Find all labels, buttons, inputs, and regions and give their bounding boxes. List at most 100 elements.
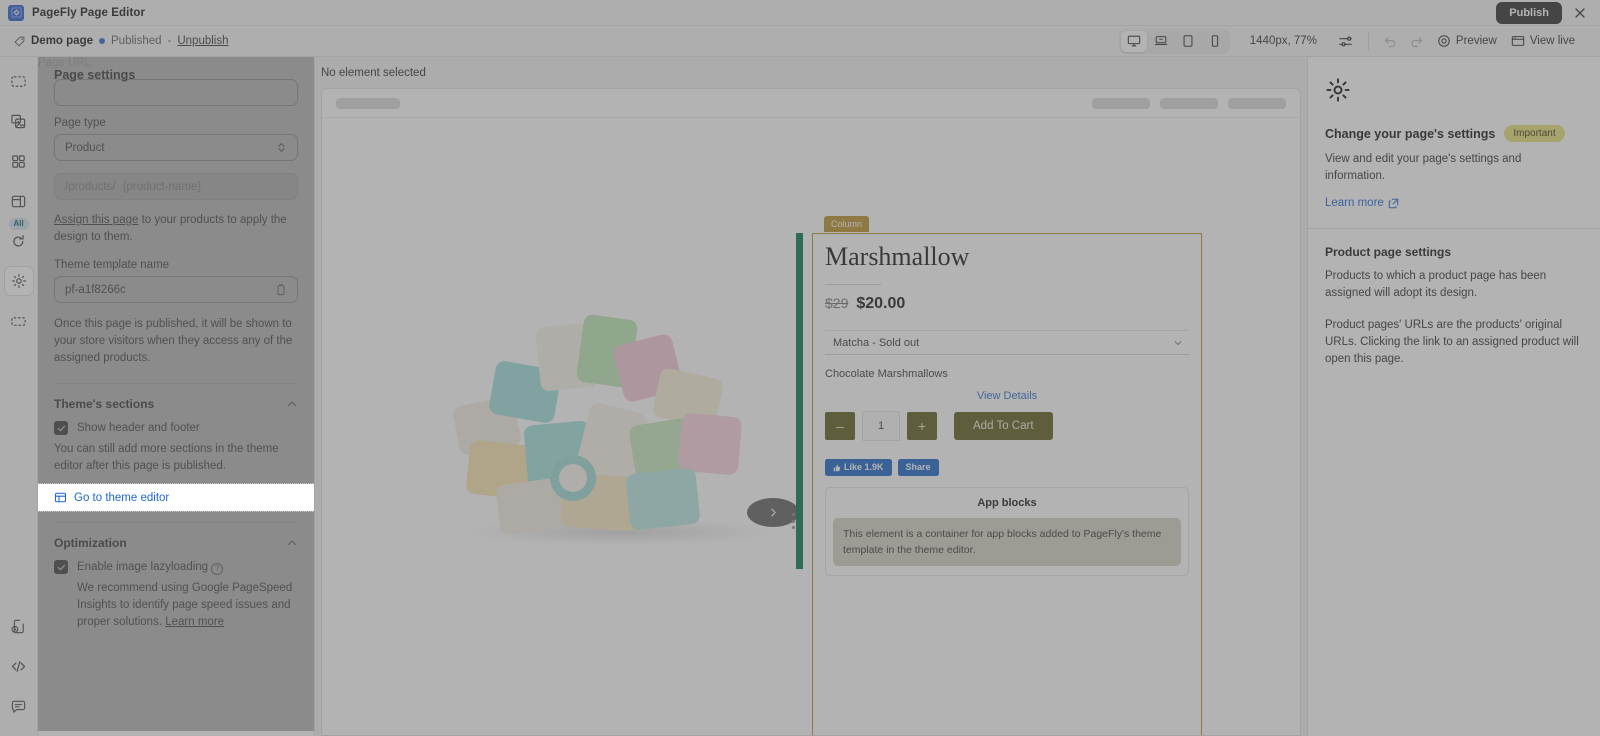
info-title-row: Change your page's settings Important <box>1325 125 1583 142</box>
unpublish-link[interactable]: Unpublish <box>177 35 228 47</box>
page-type-label: Page type <box>54 117 106 129</box>
assign-this-page-link[interactable]: Assign this page <box>54 214 138 226</box>
external-link-icon <box>1388 198 1399 209</box>
layout-icon <box>10 193 27 210</box>
learn-more-label: Learn more <box>1325 197 1384 209</box>
sidebar-item-layers[interactable] <box>5 307 33 335</box>
quantity-decrease-button[interactable]: – <box>825 412 855 440</box>
all-badge: All <box>8 218 29 230</box>
gear-icon <box>1325 77 1583 103</box>
column-drag-handle[interactable] <box>792 513 795 529</box>
mobile-icon[interactable] <box>1202 31 1228 52</box>
copy-icon[interactable] <box>275 284 287 296</box>
learn-more-link[interactable]: Learn more <box>1325 197 1399 209</box>
product-price-old: $29 <box>825 295 849 311</box>
preview-button[interactable]: Preview <box>1430 31 1504 51</box>
zoom-level-label[interactable]: 1440px, 77% <box>1250 35 1317 47</box>
show-header-footer-label: Show header and footer <box>77 422 200 434</box>
themes-sections-title: Theme's sections <box>54 397 155 411</box>
desktop-icon[interactable] <box>1120 30 1147 52</box>
tablet-icon[interactable] <box>1175 31 1201 52</box>
optimization-header[interactable]: Optimization <box>54 523 298 559</box>
sidebar-item-custom-code[interactable] <box>5 652 33 680</box>
page-settings-panel: Page settings Page type Product Page URL… <box>38 57 315 736</box>
settings-body: Page type Product Page URL /products/ {p… <box>38 57 314 731</box>
view-details-link[interactable]: View Details <box>825 390 1189 402</box>
sidebar-item-sections[interactable] <box>5 67 33 95</box>
sidebar-item-page-settings[interactable] <box>4 267 33 295</box>
sidebar-item-layout[interactable] <box>5 187 33 215</box>
lazyloading-row[interactable]: Enable image lazyloading? <box>54 559 298 575</box>
column-highlight-bar <box>796 233 803 569</box>
clock-page-icon <box>10 618 27 635</box>
product-settings-title: Product page settings <box>1325 245 1452 259</box>
sidebar-item-version-history[interactable] <box>5 612 33 640</box>
theme-template-input[interactable]: pf-a1f8266c <box>54 276 298 303</box>
info-title: Change your page's settings <box>1325 126 1496 141</box>
assign-note: Assign this page to your products to app… <box>54 212 298 246</box>
product-settings-para-1: Products to which a product page has bee… <box>1325 270 1547 299</box>
sub-bar: Demo page Published - Unpublish 1440px, … <box>0 26 1600 57</box>
page-type-select[interactable]: Product <box>54 134 298 161</box>
page-name-input[interactable] <box>54 79 298 106</box>
sidebar-item-elements[interactable] <box>5 147 33 175</box>
go-to-theme-editor-button[interactable]: Go to theme editor <box>38 483 314 512</box>
browser-icon <box>1511 34 1525 48</box>
help-icon[interactable]: ? <box>211 563 224 575</box>
top-bar: PageFly Page Editor Publish <box>0 0 1600 26</box>
eye-icon <box>1437 34 1451 48</box>
divider <box>1308 228 1600 229</box>
sidebar-item-support-chat[interactable] <box>5 692 33 720</box>
product-image <box>442 303 792 563</box>
page-type-value: Product <box>65 141 105 154</box>
facebook-like-button[interactable]: Like 1.9K <box>825 459 892 476</box>
theme-template-label: Theme template name <box>54 259 170 271</box>
add-to-cart-button[interactable]: Add To Cart <box>954 412 1053 440</box>
go-to-theme-editor-label: Go to theme editor <box>74 491 170 504</box>
publish-button[interactable]: Publish <box>1496 1 1562 24</box>
publish-note: Once this page is published, it will be … <box>54 316 298 384</box>
sidebar-item-library[interactable] <box>5 107 33 135</box>
page-type-field: Page type Product <box>54 117 298 161</box>
page-url-field: Page URL /products/ {product-name} <box>38 57 314 731</box>
show-header-footer-checkbox[interactable] <box>54 421 68 435</box>
refresh-plus-icon <box>10 233 27 250</box>
left-icon-rail: All <box>0 57 38 736</box>
chevron-up-icon[interactable] <box>286 537 298 549</box>
lazyloading-checkbox[interactable] <box>54 560 68 574</box>
sidebar-item-global-styles[interactable]: All <box>5 218 33 255</box>
gear-icon <box>11 273 27 289</box>
product-variant-select[interactable]: Matcha - Sold out <box>825 330 1189 355</box>
status-text: Published <box>111 35 162 47</box>
lazyloading-text: Enable image lazyloading <box>77 561 209 573</box>
site-header <box>322 89 1300 118</box>
view-live-button[interactable]: View live <box>1504 31 1582 51</box>
separator-dash: - <box>167 35 172 47</box>
chevron-up-icon[interactable] <box>286 398 298 410</box>
status-dot <box>99 38 105 44</box>
close-icon[interactable] <box>1568 3 1592 23</box>
redo-icon[interactable] <box>1404 30 1430 52</box>
page-url-prefix: /products/ <box>65 180 116 193</box>
facebook-share-button[interactable]: Share <box>897 459 939 476</box>
app-blocks-container[interactable]: App blocks This element is a container f… <box>825 487 1189 576</box>
laptop-icon[interactable] <box>1148 31 1174 52</box>
chevron-up-down-icon <box>276 141 287 154</box>
skeleton-nav-item <box>1092 97 1150 109</box>
themes-sections-header[interactable]: Theme's sections <box>54 384 298 420</box>
quantity-value[interactable]: 1 <box>862 411 900 441</box>
optimization-title: Optimization <box>54 536 127 550</box>
pagefly-diamond-icon <box>8 4 24 21</box>
quantity-increase-button[interactable]: + <box>907 412 937 440</box>
undo-icon[interactable] <box>1378 30 1404 52</box>
optimization-learn-more[interactable]: Learn more <box>165 616 224 628</box>
skeleton-nav-item <box>1228 97 1286 109</box>
chevron-right-icon <box>770 508 776 517</box>
product-column[interactable]: Column Marshmallow $29 $20.00 Matcha - S… <box>792 216 1202 735</box>
theme-template-value: pf-a1f8266c <box>65 283 126 296</box>
sliders-icon[interactable] <box>1333 30 1359 52</box>
themes-sections-note: You can still add more sections in the t… <box>54 443 279 472</box>
product-card: Marshmallow $29 $20.00 Matcha - Sold out <box>812 233 1202 735</box>
app-blocks-title: App blocks <box>977 497 1037 509</box>
show-header-footer-row[interactable]: Show header and footer <box>54 420 298 436</box>
